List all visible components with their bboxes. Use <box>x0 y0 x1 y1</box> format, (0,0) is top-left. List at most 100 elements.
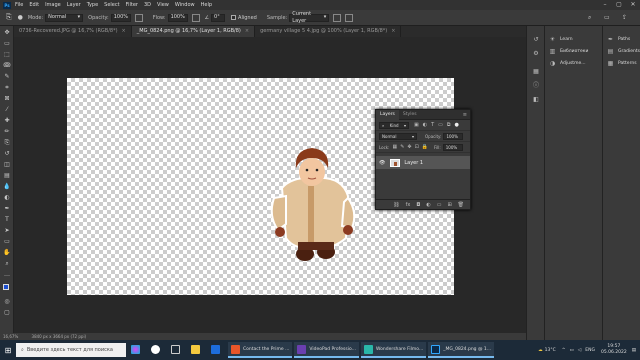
aligned-checkbox[interactable] <box>231 15 237 20</box>
hand-tool-icon[interactable]: ✋ <box>3 249 11 256</box>
lasso-tool-icon[interactable]: ↂ <box>3 62 11 69</box>
panel-gradients[interactable]: ▤ Gradients <box>607 46 640 56</box>
volume-icon[interactable]: ◁ <box>578 348 581 353</box>
eyedropper-tool-icon[interactable]: ⁄ <box>3 106 11 113</box>
healing-brush-tool-icon[interactable]: ✚ <box>3 117 11 124</box>
history-brush-tool-icon[interactable]: ↺ <box>3 150 11 157</box>
lock-artboard-icon[interactable]: ⊡ <box>415 144 419 150</box>
panel-adjustments[interactable]: ◑ Adjustme... <box>549 58 586 68</box>
taskbar-pinned-app[interactable] <box>148 342 166 358</box>
lock-position-icon[interactable]: ✥ <box>407 144 411 150</box>
color-icon[interactable]: ◧ <box>532 96 540 104</box>
fx-icon[interactable]: fx <box>406 202 411 208</box>
eraser-tool-icon[interactable]: ◫ <box>3 161 11 168</box>
move-tool-icon[interactable]: ✥ <box>3 29 11 36</box>
tray-chevron-icon[interactable]: ^ <box>562 348 566 353</box>
properties-icon[interactable]: ⚙ <box>532 50 540 58</box>
marquee-tool-icon[interactable]: ⬚ <box>3 51 11 58</box>
menu-view[interactable]: View <box>157 2 169 8</box>
taskbar-app-4[interactable]: _MG_0824.png @ 1... <box>428 342 495 358</box>
pressure-opacity-icon[interactable] <box>134 13 143 22</box>
tab-layers[interactable]: Layers <box>376 109 399 120</box>
eye-icon[interactable]: 👁 <box>379 160 385 166</box>
crop-tool-icon[interactable]: ⌗ <box>3 84 11 91</box>
language-indicator[interactable]: ENG <box>585 348 595 353</box>
group-icon[interactable]: ▭ <box>437 202 442 208</box>
menu-window[interactable]: Window <box>175 2 195 8</box>
angle-input[interactable]: 0° <box>211 13 226 22</box>
airbrush-icon[interactable] <box>191 13 200 22</box>
taskbar-file-explorer[interactable] <box>188 342 206 358</box>
workspace-icon[interactable]: ▭ <box>604 14 610 21</box>
maximize-button[interactable]: ▢ <box>612 0 626 10</box>
foreground-color-swatch[interactable] <box>3 284 9 290</box>
shape-tool-icon[interactable]: ▭ <box>3 238 11 245</box>
new-layer-icon[interactable]: ⊞ <box>447 202 451 208</box>
screen-mode-icon[interactable]: ▢ <box>3 309 11 316</box>
menu-help[interactable]: Help <box>201 2 212 8</box>
notifications-icon[interactable]: ▤ <box>632 348 636 353</box>
search-icon[interactable]: ⌕ <box>588 14 591 22</box>
filter-kind-select[interactable]: ⌕ Kind ▾ <box>379 121 409 129</box>
zoom-level[interactable]: 16,67% <box>3 334 18 339</box>
menu-image[interactable]: Image <box>45 2 61 8</box>
gradient-tool-icon[interactable]: ▤ <box>3 172 11 179</box>
frame-tool-icon[interactable]: ⊠ <box>3 95 11 102</box>
layer-row[interactable]: 👁 Layer 1 <box>376 156 470 169</box>
panel-patterns[interactable]: ▦ Patterns <box>607 58 637 68</box>
filter-adjustment-icon[interactable]: ◐ <box>423 122 427 128</box>
flow-input[interactable]: 100% <box>167 13 188 22</box>
mask-icon[interactable]: ◘ <box>416 202 420 208</box>
menu-3d[interactable]: 3D <box>144 2 151 8</box>
more-tools-icon[interactable]: … <box>3 271 11 278</box>
fill-input[interactable]: 100% <box>442 143 463 151</box>
panel-menu-icon[interactable]: ≡ <box>463 112 467 118</box>
menu-filter[interactable]: Filter <box>126 2 138 8</box>
mode-select[interactable]: Normal ▾ <box>45 13 84 22</box>
sample-select[interactable]: Current Layer ▾ <box>289 11 330 24</box>
quick-select-tool-icon[interactable]: ✎ <box>3 73 11 80</box>
artboard-tool-icon[interactable]: ▭ <box>3 40 11 47</box>
brush-preset-icon[interactable]: ● <box>18 14 23 21</box>
zoom-tool-icon[interactable]: ⌕ <box>3 260 11 267</box>
trash-icon[interactable]: 🗑 <box>458 202 464 208</box>
tab-styles[interactable]: Styles <box>399 110 421 120</box>
close-icon[interactable]: × <box>122 28 126 34</box>
pen-tool-icon[interactable]: ✒ <box>3 205 11 212</box>
filter-toggle-icon[interactable]: ● <box>454 122 458 128</box>
stamp-tool-icon[interactable]: ⎘ <box>6 13 12 22</box>
weather-temp[interactable]: 13°C <box>545 348 556 353</box>
clone-stamp-tool-icon[interactable]: ⎘ <box>3 139 11 146</box>
filter-type-icon[interactable]: T <box>431 122 434 128</box>
dodge-tool-icon[interactable]: ◐ <box>3 194 11 201</box>
link-icon[interactable]: ⛓ <box>393 202 399 208</box>
close-button[interactable]: ✕ <box>626 0 640 10</box>
layer-name[interactable]: Layer 1 <box>404 160 423 166</box>
adjustment-icon[interactable]: ◐ <box>426 202 430 208</box>
taskbar-pinned-app[interactable] <box>208 342 226 358</box>
info-icon[interactable]: ⓘ <box>532 82 540 90</box>
weather-icon[interactable]: ☁ <box>538 348 543 353</box>
minimize-button[interactable]: – <box>598 0 612 10</box>
taskbar-search-input[interactable]: ⌕ Введите здесь текст для поиска <box>16 343 126 357</box>
taskbar-app-3[interactable]: Wondershare Filmo... <box>360 342 427 358</box>
channels-icon[interactable]: ▦ <box>532 68 540 76</box>
clock[interactable]: 19:57 05.06.2022 <box>601 344 627 356</box>
tab-document-2[interactable]: _MG_0824.png @ 16,7% (Layer 1, RGB/8) × <box>131 26 256 37</box>
lock-all-icon[interactable]: 🔒 <box>422 144 428 150</box>
pressure-size-icon[interactable] <box>345 13 354 22</box>
tab-document-1[interactable]: 0736-Recovered.JPG @ 16,7% (RGB/8*) × <box>14 26 132 37</box>
menu-select[interactable]: Select <box>104 2 119 8</box>
layer-opacity-input[interactable]: 100% <box>443 132 464 140</box>
panel-libraries[interactable]: ▥ Библиотеки <box>549 46 589 56</box>
share-icon[interactable]: ⇪ <box>622 14 627 21</box>
menu-edit[interactable]: Edit <box>29 2 39 8</box>
panel-paths[interactable]: ✒ Paths <box>607 34 630 44</box>
taskbar-task-view[interactable] <box>168 342 186 358</box>
menu-layer[interactable]: Layer <box>67 2 81 8</box>
panel-learn[interactable]: ☀ Learn <box>549 34 573 44</box>
filter-pixel-icon[interactable]: ▣ <box>414 122 419 128</box>
history-icon[interactable]: ↺ <box>532 36 540 44</box>
quick-mask-icon[interactable]: ◎ <box>3 298 11 305</box>
type-tool-icon[interactable]: T <box>3 216 11 223</box>
